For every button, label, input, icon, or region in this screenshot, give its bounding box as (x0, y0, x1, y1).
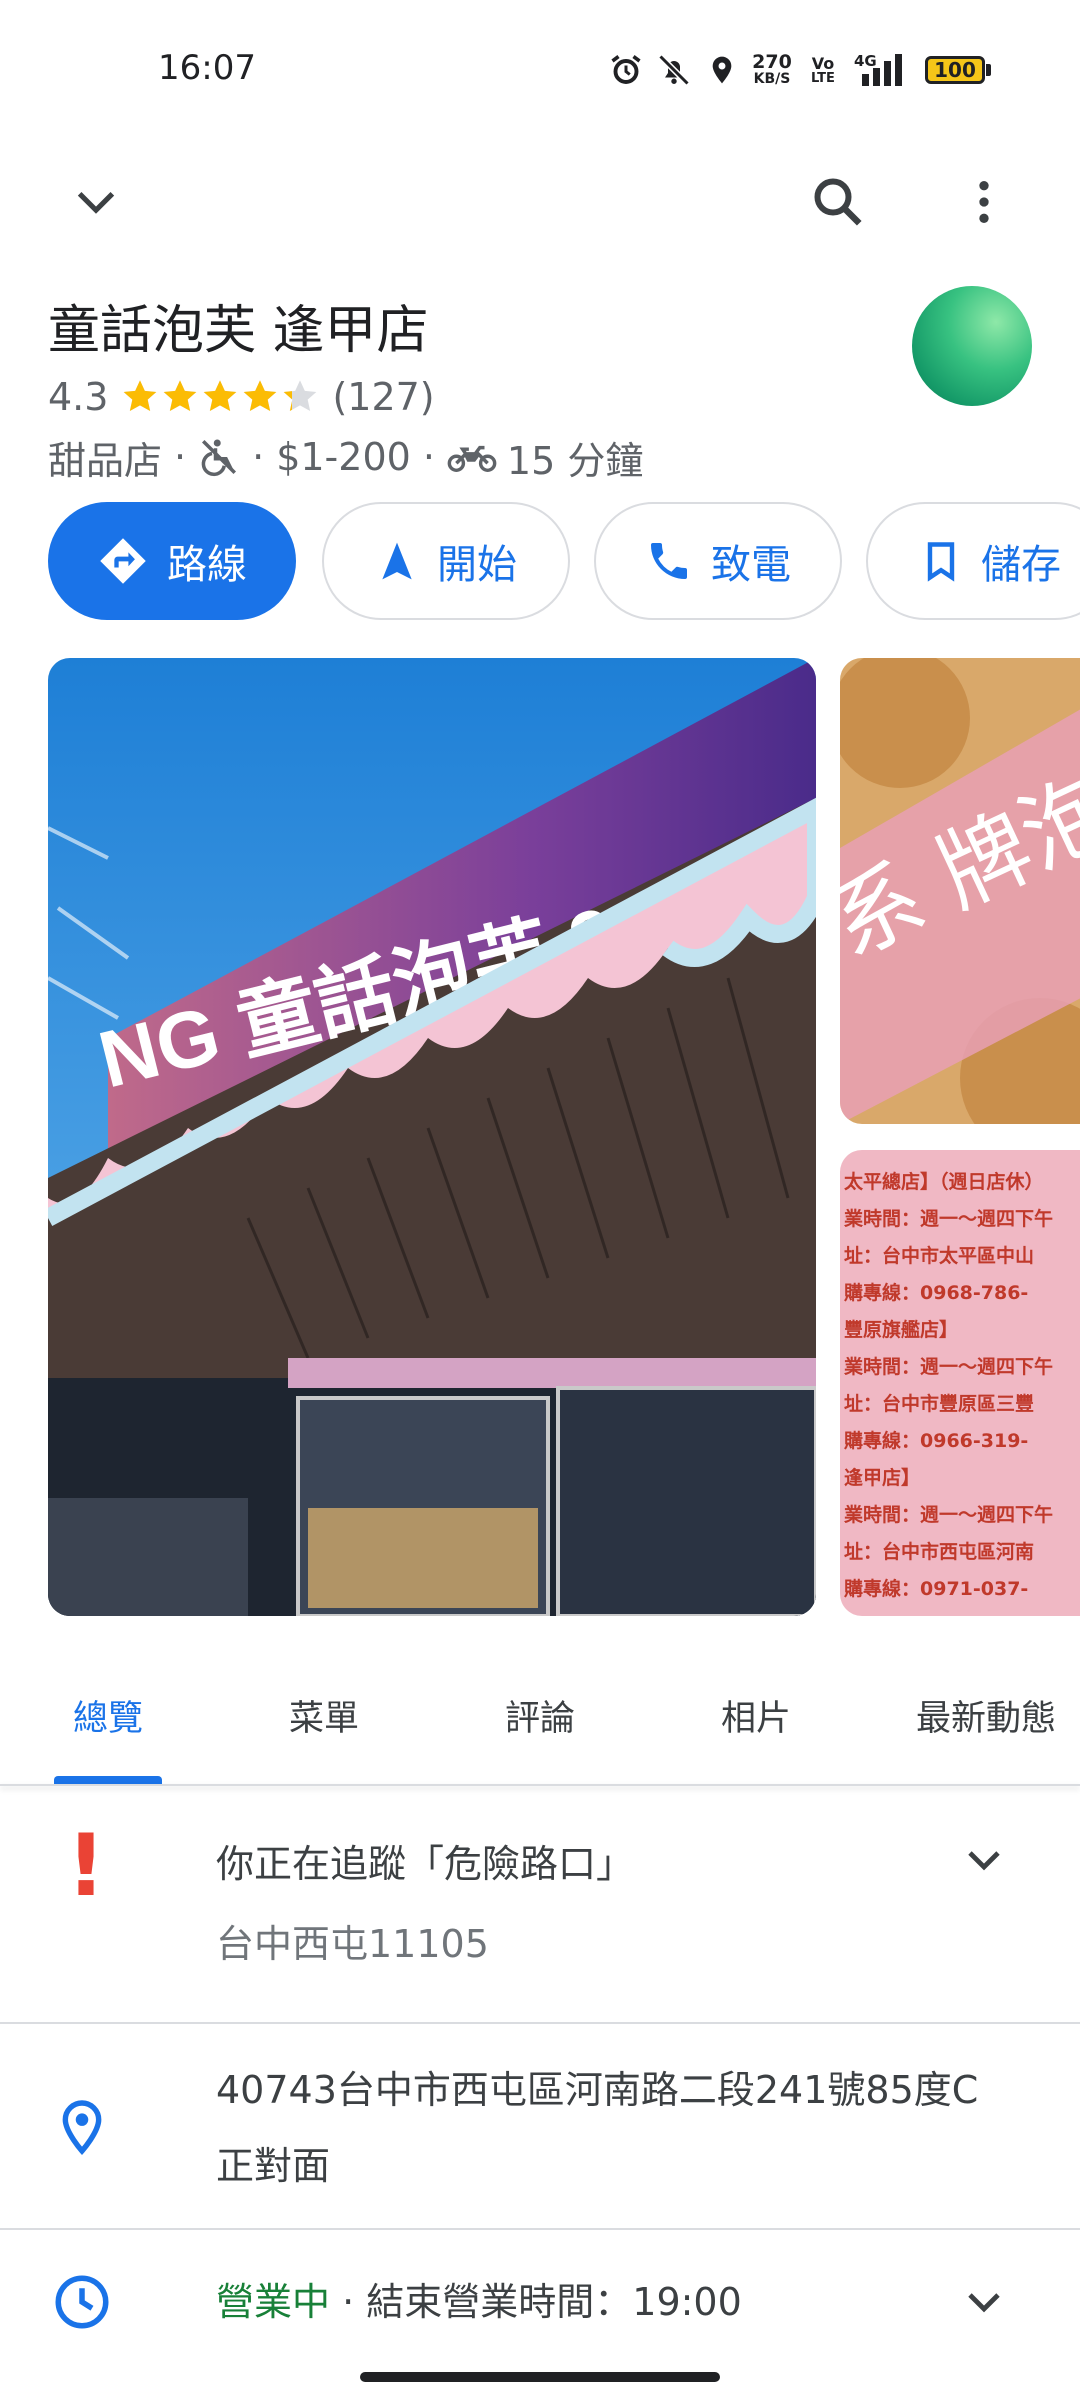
tracking-row[interactable] (0, 1786, 1080, 2020)
menu-board: 太平總店】（週日店休） 業時間：週一～週四下午 址：台中市太平區中山 購專線：0968… (840, 1150, 1080, 1616)
not-accessible-icon (198, 436, 240, 478)
chevron-down-icon (968, 2293, 1000, 2313)
tab-updates[interactable]: 最新動態 (898, 1690, 1074, 1741)
tab-reviews[interactable]: 評論 (450, 1690, 630, 1741)
tracking-subtitle: 台中西屯11105 (216, 1922, 489, 1966)
expand-tracking-button[interactable] (956, 1832, 1012, 1888)
hours-separator: · (330, 2280, 367, 2324)
star-icon (284, 380, 317, 411)
call-label: 致電 (711, 542, 791, 588)
start-label: 開始 (437, 542, 517, 588)
menu-board-line: 址：台中市豐原區三豐 (844, 1393, 1035, 1415)
star-icon (124, 380, 157, 411)
call-button[interactable]: 致電 (594, 502, 842, 620)
menu-board-line: 豐原旗艦店】 (844, 1319, 959, 1341)
menu-board-line: 逢甲店】 (844, 1467, 921, 1489)
clock-icon (50, 2270, 114, 2334)
star-icon (164, 380, 197, 411)
phone-icon (645, 537, 693, 585)
bell-off-icon (654, 50, 694, 90)
start-button[interactable]: 開始 (322, 502, 570, 620)
menu-board-line: 址：台中市西屯區河南 (844, 1541, 1035, 1563)
menu-board-line: 址：台中市太平區中山 (844, 1245, 1035, 1267)
alarm-icon (606, 50, 646, 90)
rating-row[interactable]: 4.3 (127) (48, 372, 435, 422)
home-indicator[interactable] (360, 2372, 720, 2382)
signal-icon: 4G (852, 50, 912, 90)
rating-stars (120, 377, 320, 417)
chevron-down-icon (77, 192, 115, 214)
travel-time: 15 分鐘 (506, 438, 644, 483)
storefront-image: NG 童話泡芙 9 (48, 658, 816, 1616)
battery-tip (986, 64, 991, 76)
chevron-down-icon (968, 1851, 1000, 1871)
hours-text: 營業中 · 結束營業時間：19:00 (216, 2264, 742, 2340)
tab-photos[interactable]: 相片 (666, 1690, 846, 1741)
menu-board-line: 購專線：0968-786- (844, 1282, 1029, 1304)
directions-label: 路線 (167, 542, 247, 588)
menu-board-line: 太平總店】（週日店休） (844, 1171, 1044, 1193)
save-label: 儲存 (981, 542, 1061, 588)
location-icon (702, 50, 742, 90)
more-vert-icon (979, 181, 989, 223)
directions-button[interactable]: 路線 (48, 502, 296, 620)
status-time: 16:07 (158, 48, 256, 88)
volte-indicator: Vo LTE (811, 53, 835, 86)
tab-overview[interactable]: 總覽 (18, 1690, 198, 1741)
tracking-title: 你正在追蹤「危險路口」 (216, 1842, 635, 1886)
star-icon (244, 380, 277, 411)
rating-value: 4.3 (48, 375, 109, 419)
menu-photo[interactable]: 太平總店】（週日店休） 業時間：週一～週四下午 址：台中市太平區中山 購專線：0968… (840, 1150, 1080, 1616)
location-pin-icon (54, 2096, 110, 2160)
price-range: $1-200 (276, 435, 411, 479)
more-options-button[interactable] (952, 170, 1016, 234)
motorcycle-icon (447, 438, 497, 476)
menu-board-line: 業時間：週一～週四下午 (844, 1208, 1054, 1230)
menu-board-line: 業時間：週一～週四下午 (844, 1356, 1054, 1378)
product-image: 系 牌泡芙 (840, 658, 1080, 1124)
category-label: 甜品店 (48, 438, 163, 483)
alert-icon: ! (66, 1816, 106, 1916)
search-button[interactable] (806, 170, 870, 234)
menu-board-line: 購專線：0971-037- (844, 1578, 1029, 1600)
address-line-2: 正對面 (216, 2144, 331, 2188)
place-meta-row: 甜品店 · · $1-200 · 15 分鐘 (48, 432, 644, 483)
place-title: 童話泡芙 逢甲店 (48, 301, 429, 361)
navigation-icon (375, 537, 419, 585)
search-icon (814, 178, 862, 226)
closing-time: 結束營業時間：19:00 (366, 2280, 742, 2324)
user-avatar[interactable] (912, 286, 1032, 406)
collapse-button[interactable] (64, 170, 128, 234)
storefront-photo[interactable]: NG 童話泡芙 9 (48, 658, 816, 1616)
bookmark-icon (919, 536, 963, 586)
address-line-1: 40743台中市西屯區河南路二段241號85度C (216, 2068, 979, 2112)
menu-board-line: 購專線：0966-319- (844, 1430, 1029, 1452)
open-status: 營業中 (216, 2280, 331, 2324)
network-speed: 270 KB/S (752, 51, 792, 87)
expand-hours-button[interactable] (956, 2274, 1012, 2330)
battery-icon: 100 (925, 56, 985, 84)
menu-board-line: 業時間：週一～週四下午 (844, 1504, 1054, 1526)
review-count: (127) (332, 375, 435, 419)
save-button[interactable]: 儲存 (866, 502, 1080, 620)
tab-indicator (54, 1776, 162, 1784)
product-photo[interactable]: 系 牌泡芙 (840, 658, 1080, 1124)
tab-menu[interactable]: 菜單 (234, 1690, 414, 1741)
star-icon (204, 380, 237, 411)
directions-icon (97, 535, 149, 587)
